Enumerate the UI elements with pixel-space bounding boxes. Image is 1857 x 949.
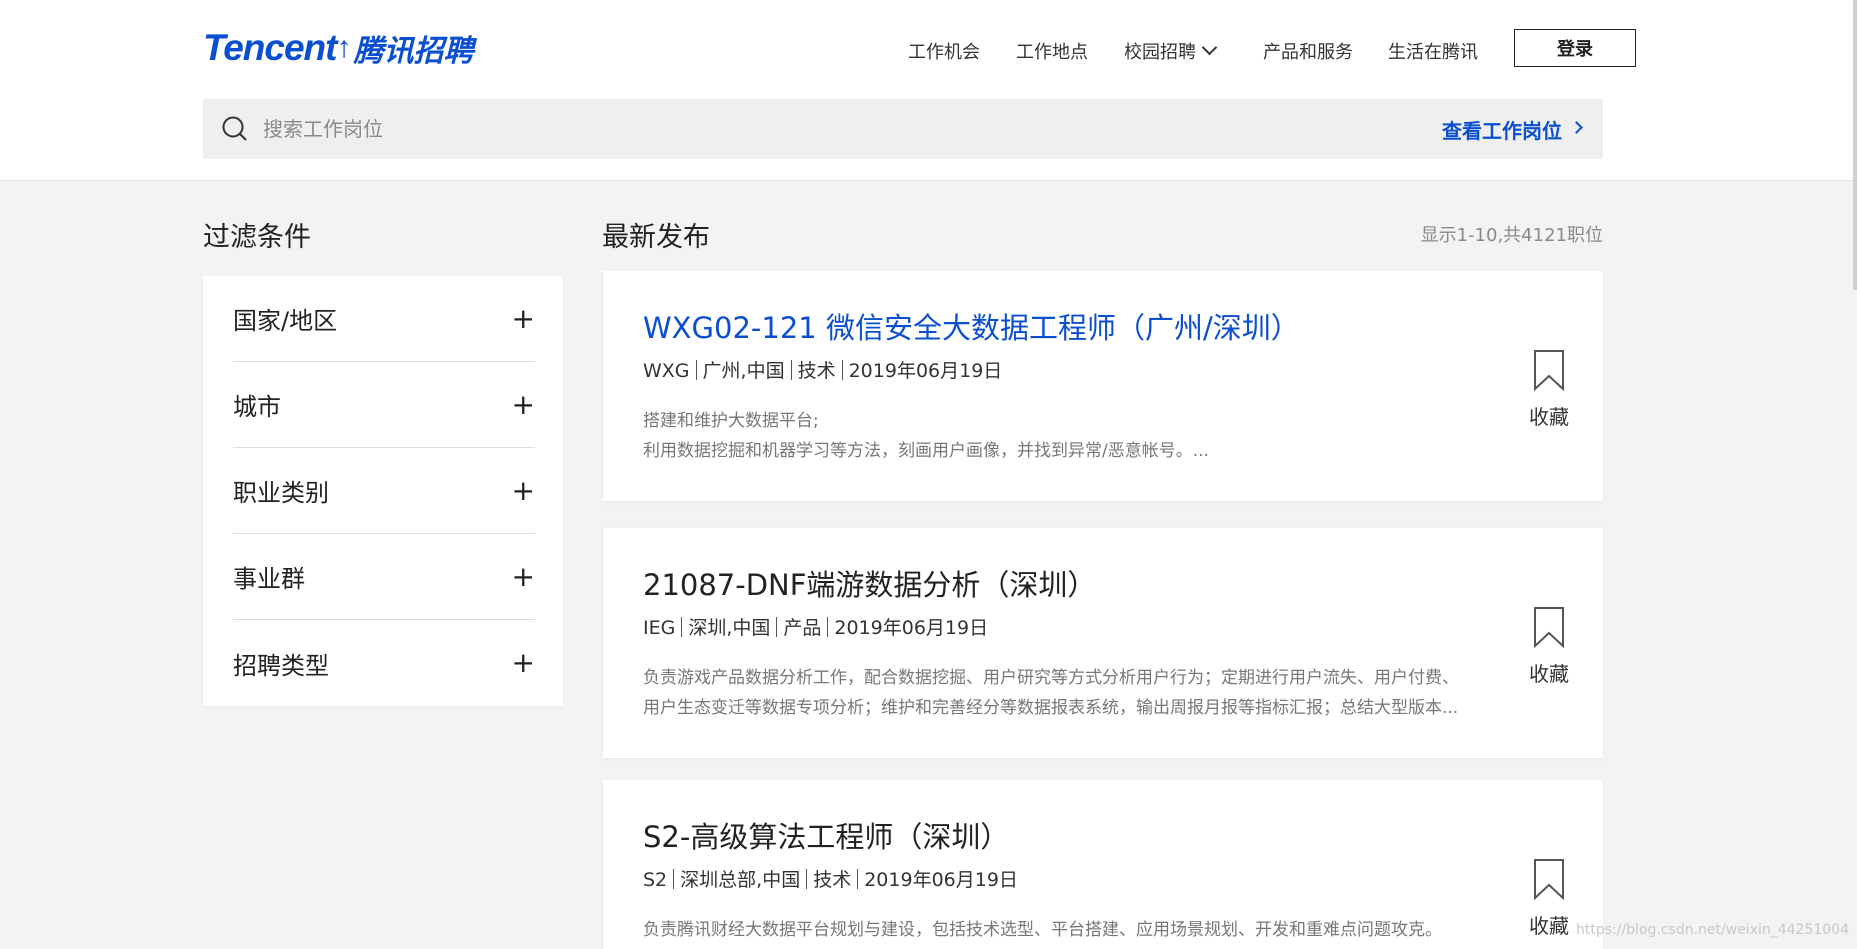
- job-location: 广州,中国: [702, 360, 785, 382]
- job-group: IEG: [643, 617, 676, 639]
- filter-title: 过滤条件: [203, 222, 311, 253]
- filter-category[interactable]: 职业类别 +: [233, 448, 535, 534]
- chevron-down-icon: [1201, 39, 1218, 56]
- watermark: https://blog.csdn.net/weixin_44251004: [1575, 922, 1849, 938]
- search-input[interactable]: [263, 99, 1163, 159]
- bookmark-icon: [1534, 350, 1564, 391]
- bookmark-label: 收藏: [1529, 405, 1569, 429]
- job-group: WXG: [643, 360, 690, 382]
- filter-panel: 国家/地区 + 城市 + 职业类别 + 事业群 + 招聘类型 +: [203, 276, 563, 706]
- plus-icon[interactable]: +: [512, 649, 535, 677]
- plus-icon[interactable]: +: [512, 562, 535, 591]
- job-title[interactable]: 21087-DNF端游数据分析（深圳）: [643, 562, 1096, 604]
- job-description: 搭建和维护大数据平台; 利用数据挖掘和机器学习等方法，刻画用户画像，并找到异常/…: [643, 406, 1463, 466]
- filter-label: 城市: [233, 393, 281, 421]
- filter-recruit-type[interactable]: 招聘类型 +: [233, 620, 535, 706]
- filter-business-group[interactable]: 事业群 +: [233, 534, 535, 620]
- job-description-line: 负责游戏产品数据分析工作，配合数据挖掘、用户研究等方式分析用户行为；定期进行用户…: [643, 668, 1459, 688]
- plus-icon[interactable]: +: [512, 304, 535, 333]
- plus-icon[interactable]: +: [512, 476, 535, 505]
- nav-item-campus-label: 校园招聘: [1124, 42, 1196, 63]
- job-description-line: 搭建和维护大数据平台;: [643, 411, 819, 431]
- job-title[interactable]: WXG02-121 微信安全大数据工程师（广州/深圳）: [643, 305, 1300, 347]
- bookmark-button[interactable]: 收藏: [1519, 858, 1579, 939]
- nav-item-campus[interactable]: 校园招聘: [1124, 38, 1218, 64]
- filter-label: 事业群: [233, 565, 305, 593]
- view-jobs-link[interactable]: 查看工作岗位: [1442, 99, 1583, 159]
- tencent-careers-logo[interactable]: Tencent ↑ 腾讯招聘: [203, 27, 474, 69]
- list-title: 最新发布: [602, 222, 710, 253]
- job-description-line: 用户生态变迁等数据专项分析；维护和完善经分等数据报表系统，输出周报月报等指标汇报…: [643, 698, 1459, 718]
- job-category: 技术: [797, 360, 836, 382]
- divider: [673, 869, 675, 889]
- divider: [841, 360, 843, 380]
- job-card[interactable]: 21087-DNF端游数据分析（深圳） IEG 深圳,中国 产品 2019年06月19…: [603, 528, 1603, 758]
- search-bar: 查看工作岗位: [203, 99, 1603, 159]
- job-date: 2019年06月19日: [834, 617, 989, 639]
- job-date: 2019年06月19日: [864, 869, 1018, 891]
- logo-chinese: 腾讯招聘: [353, 34, 474, 69]
- nav-item-jobs[interactable]: 工作机会: [908, 38, 980, 64]
- job-description: 负责腾讯财经大数据平台规划与建设，包括技术选型、平台搭建、应用场景规划、开发和重…: [643, 915, 1463, 945]
- filter-label: 国家/地区: [233, 307, 338, 335]
- search-icon: [222, 116, 247, 141]
- plus-icon[interactable]: +: [512, 390, 535, 419]
- divider: [806, 869, 808, 889]
- job-description: 负责游戏产品数据分析工作，配合数据挖掘、用户研究等方式分析用户行为；定期进行用户…: [643, 663, 1463, 723]
- filter-country[interactable]: 国家/地区 +: [233, 276, 535, 362]
- filter-label: 招聘类型: [233, 651, 329, 680]
- job-title[interactable]: S2-高级算法工程师（深圳）: [643, 814, 1009, 856]
- job-meta: WXG 广州,中国 技术 2019年06月19日: [643, 356, 1002, 383]
- divider: [827, 617, 829, 637]
- job-description-line: 利用数据挖掘和机器学习等方法，刻画用户画像，并找到异常/恶意帐号。...: [643, 441, 1209, 461]
- nav-item-life[interactable]: 生活在腾讯: [1388, 38, 1478, 64]
- bookmark-button[interactable]: 收藏: [1519, 349, 1579, 430]
- logo-arrow-icon: ↑: [336, 31, 352, 64]
- job-category: 技术: [813, 869, 852, 891]
- bookmark-icon: [1534, 607, 1564, 648]
- bookmark-label: 收藏: [1529, 662, 1569, 686]
- job-meta: IEG 深圳,中国 产品 2019年06月19日: [643, 613, 988, 640]
- divider: [681, 617, 683, 637]
- scrollbar[interactable]: [1853, 0, 1857, 290]
- job-group: S2: [643, 869, 668, 891]
- job-description-line: 负责腾讯财经大数据平台规划与建设，包括技术选型、平台搭建、应用场景规划、开发和重…: [643, 920, 1442, 940]
- job-category: 产品: [783, 617, 822, 639]
- job-date: 2019年06月19日: [848, 360, 1003, 382]
- filter-city[interactable]: 城市 +: [233, 362, 535, 448]
- divider: [776, 617, 778, 637]
- nav-item-products[interactable]: 产品和服务: [1263, 38, 1353, 64]
- logo-wordmark: Tencent: [203, 27, 337, 68]
- job-card[interactable]: S2-高级算法工程师（深圳） S2 深圳总部,中国 技术 2019年06月19日 负责…: [603, 780, 1603, 949]
- job-meta: S2 深圳总部,中国 技术 2019年06月19日: [643, 865, 1018, 892]
- bookmark-icon: [1534, 859, 1564, 900]
- job-location: 深圳总部,中国: [680, 869, 801, 891]
- view-jobs-label: 查看工作岗位: [1442, 118, 1562, 143]
- nav-item-locations[interactable]: 工作地点: [1016, 38, 1088, 64]
- job-card[interactable]: WXG02-121 微信安全大数据工程师（广州/深圳） WXG 广州,中国 技术 20…: [603, 271, 1603, 501]
- divider: [790, 360, 792, 380]
- job-location: 深圳,中国: [688, 617, 771, 639]
- login-button[interactable]: 登录: [1514, 29, 1636, 67]
- bookmark-label: 收藏: [1529, 914, 1569, 938]
- filter-label: 职业类别: [233, 479, 329, 507]
- chevron-right-icon: [1570, 120, 1583, 134]
- divider: [695, 360, 697, 380]
- site-header: Tencent ↑ 腾讯招聘 工作机会 工作地点 校园招聘 产品和服务 生活在腾…: [0, 0, 1857, 181]
- bookmark-button[interactable]: 收藏: [1519, 606, 1579, 687]
- result-count: 显示1-10,共4121职位: [1420, 225, 1603, 246]
- divider: [857, 869, 859, 889]
